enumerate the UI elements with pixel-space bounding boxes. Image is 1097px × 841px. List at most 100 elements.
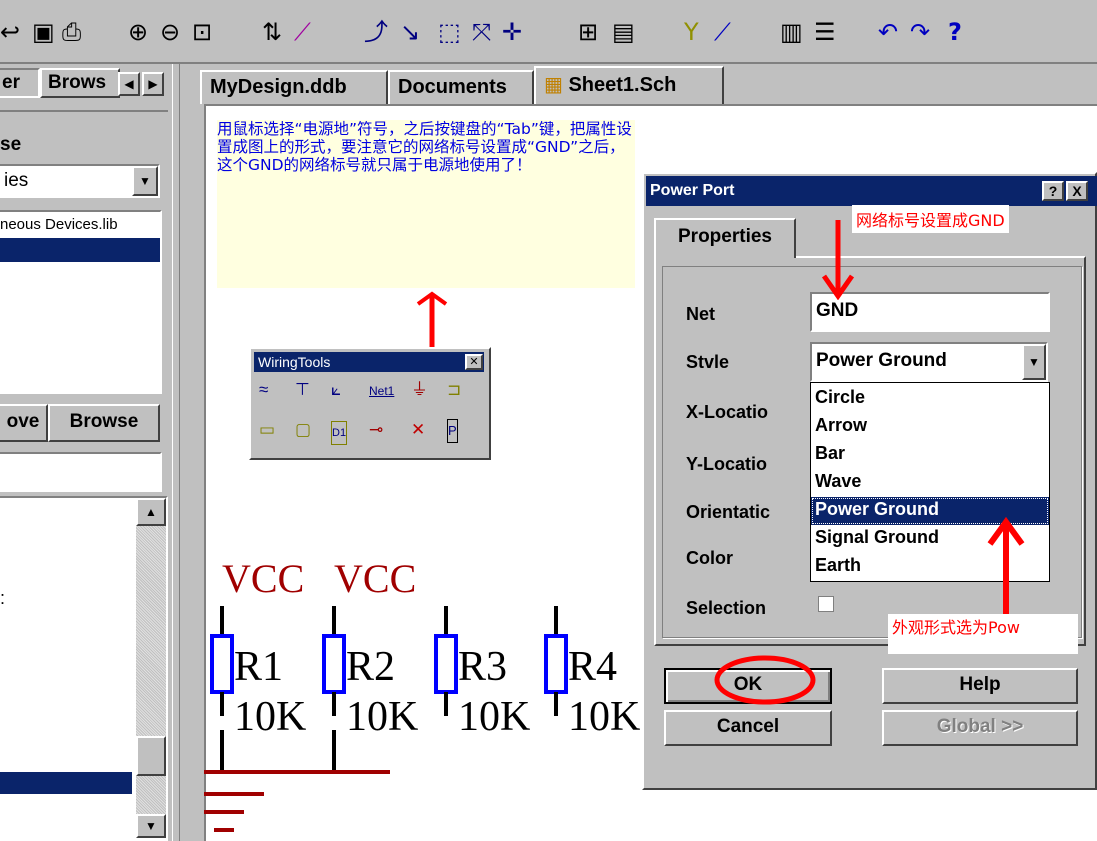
save-icon[interactable]: ▣ (32, 18, 55, 48)
move-icon[interactable]: ✛ (502, 18, 522, 48)
resistor-ref: R2 (346, 644, 395, 690)
resistor-body[interactable] (322, 634, 346, 694)
wand-icon[interactable]: ⟋ (294, 18, 311, 48)
net-label: Net (686, 304, 716, 324)
no-erc-tool-icon[interactable]: ✕ (411, 419, 425, 441)
schematic-sheet-icon: ▦ (544, 74, 563, 96)
tab-properties-label: Properties (678, 226, 772, 247)
resistor-body[interactable] (544, 634, 568, 694)
panel-splitter[interactable] (172, 64, 180, 841)
selection-label: Selection (686, 598, 767, 618)
library-select[interactable]: ies ▼ (0, 164, 160, 198)
list-icon[interactable]: ☰ (814, 18, 836, 48)
tab-sheet1[interactable]: ▦ Sheet1.Sch (534, 66, 724, 106)
close-glyph: ✕ (469, 356, 479, 368)
cross-icon[interactable]: ⤧ (472, 18, 491, 48)
tab-browse-label: Brows (48, 72, 107, 93)
list-item[interactable]: : (0, 588, 5, 609)
triangle-left-icon: ◀ (124, 77, 134, 91)
resistor-ref: R4 (568, 644, 617, 690)
tab-mydesign[interactable]: MyDesign.ddb (200, 70, 388, 104)
library-icon[interactable]: ▥ (780, 18, 803, 48)
partial-icon[interactable]: ↩ (0, 18, 20, 48)
sheet-symbol-tool-icon[interactable]: ▢ (295, 419, 311, 441)
selection-checkbox[interactable] (818, 596, 834, 612)
tab-browse[interactable]: Brows (40, 68, 120, 98)
resistor-body[interactable] (434, 634, 458, 694)
part-tool-icon[interactable]: ▭ (259, 419, 275, 441)
style-option-bar[interactable]: Bar (811, 441, 1049, 469)
red-circle-annotation-icon (714, 655, 816, 705)
global-button[interactable]: Global >> (882, 710, 1078, 746)
power-port-tool-icon[interactable]: ⏚ (411, 379, 428, 401)
bus-tool-icon[interactable]: ⊤ (295, 379, 310, 401)
style-option-arrow[interactable]: Arrow (811, 413, 1049, 441)
bus-icon[interactable]: ⊞ (578, 18, 598, 48)
tab-properties[interactable]: Properties (654, 218, 796, 258)
library-select-value: ies (4, 170, 29, 191)
list-scrollbar[interactable]: ▲ ▼ (136, 498, 166, 838)
undo-icon[interactable]: ↶ (878, 18, 898, 48)
design-manager-panel: er Brows ◀ ▶ se ies ▼ neous Devices.lib … (0, 64, 172, 841)
tab-sheet1-label: Sheet1.Sch (568, 74, 677, 96)
main-toolbar: ↩ ▣ ⎙ ⊕ ⊖ ⊡ ⇅ ⟋ ⤴ ↘ ⬚ ⤧ ✛ ⊞ ▤ Y ⟋ ▥ ☰ ↶ … (0, 0, 1097, 64)
select-icon[interactable]: ⬚ (438, 18, 461, 48)
bus-entry-tool-icon[interactable]: ⟀ (331, 379, 341, 401)
tab-explorer[interactable]: er (0, 68, 40, 98)
print-icon[interactable]: ⎙ (62, 18, 81, 48)
move-button[interactable]: ove (0, 404, 48, 442)
move-button-label: ove (6, 411, 40, 432)
y-location-label: Y-Locatio (686, 454, 768, 474)
net-label-tool-icon[interactable]: Net1 (369, 380, 394, 402)
wire-tool-icon[interactable]: ≈ (259, 379, 268, 401)
library-list-item[interactable]: neous Devices.lib (0, 216, 118, 233)
library-list[interactable]: neous Devices.lib (0, 210, 162, 394)
tab-scroll-right-button[interactable]: ▶ (142, 72, 164, 96)
scroll-up-icon[interactable]: ▲ (136, 498, 166, 526)
question-glyph: ? (1048, 183, 1058, 199)
arrow-icon[interactable]: ↘ (400, 18, 420, 48)
probe-icon[interactable]: Y (684, 18, 699, 48)
resistor-body[interactable] (210, 634, 234, 694)
tab-documents[interactable]: Documents (388, 70, 534, 104)
wire-icon[interactable]: ⤴ (364, 18, 388, 48)
triangle-right-icon: ▶ (148, 77, 158, 91)
line-icon[interactable]: ⟋ (714, 18, 731, 48)
style-select[interactable]: Power Ground ▼ (810, 342, 1048, 382)
pcb-layout-tool-icon[interactable]: P (447, 419, 458, 443)
zoom-out-icon[interactable]: ⊖ (160, 18, 180, 48)
scroll-down-icon[interactable]: ▼ (136, 814, 166, 838)
tab-scroll-left-button[interactable]: ◀ (118, 72, 140, 96)
chevron-down-icon[interactable]: ▼ (1022, 344, 1046, 380)
sort-icon[interactable]: ⇅ (262, 18, 282, 48)
style-option-circle[interactable]: Circle (811, 385, 1049, 413)
resistor-value: 10K (234, 694, 306, 740)
help-icon[interactable]: ? (948, 18, 962, 48)
sheet-entry-tool-icon[interactable]: D1 (331, 421, 348, 445)
resistor-ref: R3 (458, 644, 507, 690)
sheet-icon[interactable]: ▤ (612, 18, 635, 48)
filter-input[interactable] (0, 452, 162, 492)
global-button-label: Global >> (936, 716, 1024, 737)
browse-button[interactable]: Browse (48, 404, 160, 442)
style-option-wave[interactable]: Wave (811, 469, 1049, 497)
component-list[interactable]: : ▲ ▼ (0, 496, 168, 841)
x-location-label: X-Locatio (686, 402, 769, 422)
redo-icon[interactable]: ↷ (910, 18, 930, 48)
close-icon[interactable]: ✕ (465, 354, 483, 370)
component-list-selection[interactable] (0, 772, 132, 794)
cancel-button[interactable]: Cancel (664, 710, 832, 746)
schematic-drawing: VCC VCC R1 R2 R3 R4 10K 10K 10K 10K (204, 556, 640, 832)
close-icon[interactable]: X (1066, 181, 1088, 201)
ground-symbol-icon[interactable] (204, 770, 390, 832)
scroll-thumb[interactable] (136, 736, 166, 776)
question-icon[interactable]: ? (1042, 181, 1064, 201)
chevron-down-icon[interactable]: ▼ (132, 166, 158, 196)
port-tool-icon[interactable]: ⊐ (447, 379, 461, 401)
zoom-fit-icon[interactable]: ⊡ (192, 18, 212, 48)
wiring-tools-palette[interactable]: WiringTools ✕ ≈ ⊤ ⟀ Net1 ⏚ ⊐ ▭ ▢ D1 ⊸ ✕ … (249, 347, 491, 460)
library-list-selection[interactable] (0, 238, 160, 262)
zoom-in-icon[interactable]: ⊕ (128, 18, 148, 48)
help-button[interactable]: Help (882, 668, 1078, 704)
junction-tool-icon[interactable]: ⊸ (369, 419, 383, 441)
